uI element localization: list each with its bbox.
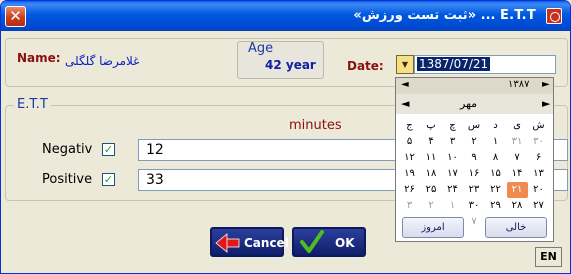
next-month-icon[interactable]: ► <box>542 97 550 110</box>
chevron-down-icon: ▼ <box>401 60 409 69</box>
positive-checkbox[interactable]: ✓ <box>102 173 115 186</box>
check-icon: ✓ <box>103 173 114 186</box>
calendar-day[interactable]: ۱۹ <box>399 166 420 182</box>
today-button[interactable]: امروز <box>402 217 464 238</box>
cancel-label: Cancel <box>244 236 289 250</box>
calendar-day[interactable]: ۲۴ <box>442 182 463 198</box>
calendar-day[interactable]: ۲۵ <box>421 182 442 198</box>
year-navigator: ◄ ۱۳۸۷ ► <box>396 78 553 94</box>
close-button[interactable]: ✕ <box>5 6 26 27</box>
calendar-day[interactable]: ۲ <box>464 134 485 150</box>
name-label: Name: <box>17 51 61 65</box>
calendar-day[interactable]: ۱۲ <box>399 150 420 166</box>
calendar-day[interactable]: ۱۶ <box>464 166 485 182</box>
calendar-day[interactable]: ۵ <box>399 134 420 150</box>
calendar-grid: ش ی د س چ پ ج ۳۰ ۳۱ ۱ ۲ ۳ ۴ ۵ ۶ ۷ ۸ ۹ ۱۰ ۱۱ ۱۲ ۱۳ ۱۴ ۱۵ ۱۶ ۱۷ ۱۸ ۱۹… <box>399 118 551 230</box>
calendar-day[interactable]: ۹ <box>464 150 485 166</box>
clear-button[interactable]: خالی <box>485 217 547 238</box>
date-field[interactable]: 1387/07/21 <box>414 55 556 74</box>
prev-year-icon[interactable]: ◄ <box>401 79 409 90</box>
prev-month-icon[interactable]: ◄ <box>401 97 409 110</box>
weekday-header: پ <box>426 120 436 131</box>
window: ✕ «ثبت تست ورزش» ... E.T.T Name: غلامرضا… <box>0 0 571 274</box>
language-indicator[interactable]: EN <box>535 247 562 267</box>
cancel-button[interactable]: Cancel <box>210 227 289 257</box>
month-navigator: ◄ مهر ► <box>396 94 553 114</box>
week-row: ۱۳ ۱۴ ۱۵ ۱۶ ۱۷ ۱۸ ۱۹ <box>399 166 551 182</box>
ok-label: OK <box>335 236 355 250</box>
negative-checkbox[interactable]: ✓ <box>102 143 115 156</box>
weekday-header: چ <box>449 120 456 131</box>
calendar-day[interactable]: ۲۶ <box>399 182 420 198</box>
age-label: Age <box>248 41 274 56</box>
calendar-day[interactable]: ۱۱ <box>421 150 442 166</box>
date-picker-popup: ◄ ۱۳۸۷ ► ◄ مهر ► ش ی د س چ پ ج ۳۰ ۳۱ ۱ ۲ ۳ ۴ ۵ ۶ ۷ ۸ ۹ ۱۰ ۱… <box>395 77 554 242</box>
weekday-header: ش <box>532 120 545 131</box>
ett-group-label: E.T.T <box>14 97 51 112</box>
calendar-day[interactable]: ۷ <box>464 214 485 230</box>
title-bar[interactable]: ✕ «ثبت تست ورزش» ... E.T.T <box>1 1 570 31</box>
calendar-day[interactable]: ۲۹ <box>485 198 506 214</box>
calendar-day[interactable]: ۸ <box>485 150 506 166</box>
calendar-day[interactable]: ۱ <box>442 198 463 214</box>
check-icon: ✓ <box>103 143 114 156</box>
calendar-day[interactable]: ۳ <box>442 134 463 150</box>
ok-button[interactable]: OK <box>292 227 366 257</box>
window-title: «ثبت تست ورزش» ... E.T.T <box>353 8 536 23</box>
weekday-header: د <box>493 120 498 131</box>
name-value: غلامرضا گلگلی <box>65 54 140 68</box>
positive-label: Positive <box>42 172 93 187</box>
close-icon: ✕ <box>9 7 22 25</box>
calendar-day[interactable]: ۳۱ <box>507 134 528 150</box>
week-row: ۳۰ ۳۱ ۱ ۲ ۳ ۴ ۵ <box>399 134 551 150</box>
calendar-day[interactable]: ۳ <box>399 198 420 214</box>
app-icon <box>546 8 562 24</box>
date-value: 1387/07/21 <box>417 57 491 71</box>
calendar-day[interactable]: ۱۸ <box>421 166 442 182</box>
weekday-header-row: شی د سچ پ ج <box>399 118 551 134</box>
week-row: ۶ ۷ ۸ ۹ ۱۰ ۱۱ ۱۲ <box>399 150 551 166</box>
weekday-header: ج <box>406 120 413 131</box>
weekday-header: ی <box>513 120 521 131</box>
calendar-day[interactable]: ۱۷ <box>442 166 463 182</box>
calendar-day[interactable]: ۱۵ <box>485 166 506 182</box>
date-dropdown-button[interactable]: ▼ <box>396 55 414 74</box>
calendar-day[interactable]: ۱۳ <box>528 166 549 182</box>
week-row: ۲۷ ۲۸ ۲۹ ۳۰ ۱ ۲ ۳ <box>399 198 551 214</box>
calendar-day[interactable]: ۷ <box>507 150 528 166</box>
calendar-day[interactable]: ۲۳ <box>464 182 485 198</box>
calendar-day[interactable]: ۴ <box>421 134 442 150</box>
weekday-header: س <box>467 120 481 131</box>
calendar-day[interactable]: ۲۱ <box>506 182 528 198</box>
year-label: ۱۳۸۷ <box>508 79 530 90</box>
calendar-day[interactable]: ۲۰ <box>528 182 549 198</box>
month-label: مهر <box>460 97 478 110</box>
calendar-day[interactable]: ۱۰ <box>442 150 463 166</box>
calendar-day[interactable]: ۲۷ <box>528 198 549 214</box>
next-year-icon[interactable]: ► <box>542 79 550 90</box>
calendar-day[interactable]: ۲۸ <box>507 198 528 214</box>
calendar-day[interactable]: ۱۴ <box>507 166 528 182</box>
calendar-day[interactable]: ۱ <box>485 134 506 150</box>
calendar-day[interactable]: ۳۰ <box>464 198 485 214</box>
calendar-day[interactable]: ۶ <box>528 150 549 166</box>
negative-label: Negativ <box>42 142 93 157</box>
calendar-day[interactable]: ۳۰ <box>528 134 549 150</box>
date-label: Date: <box>347 59 384 73</box>
minutes-label: minutes <box>289 118 342 133</box>
checkmark-icon <box>300 230 324 253</box>
arrow-left-icon <box>215 233 240 253</box>
calendar-day[interactable]: ۲ <box>421 198 442 214</box>
age-value: 42 year <box>265 58 316 72</box>
calendar-day[interactable]: ۲۲ <box>485 182 506 198</box>
week-row: ۲۰ ۲۱ ۲۲ ۲۳ ۲۴ ۲۵ ۲۶ <box>399 182 551 198</box>
